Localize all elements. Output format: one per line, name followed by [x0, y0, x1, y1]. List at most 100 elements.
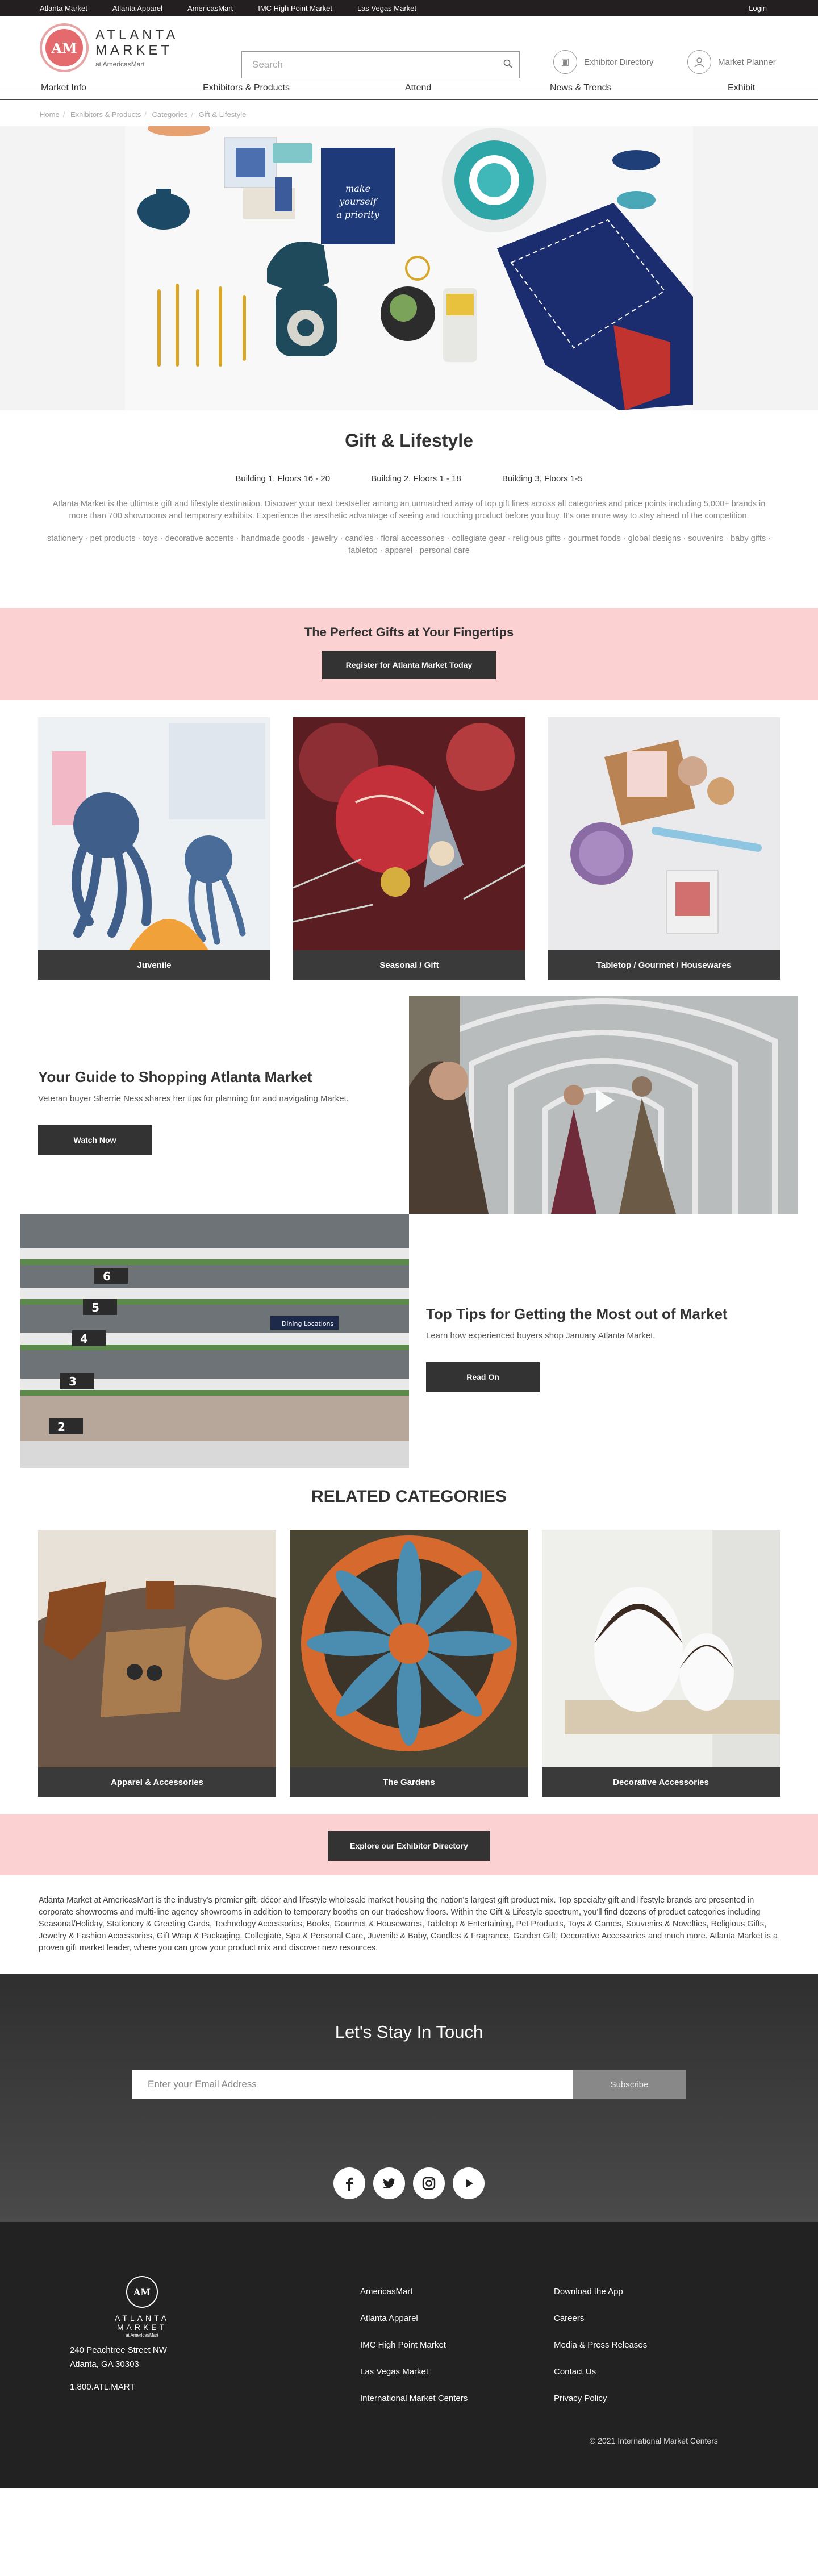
topbar-link-atlanta-apparel[interactable]: Atlanta Apparel: [112, 4, 162, 13]
building-2: Building 2, Floors 1 - 18: [371, 474, 461, 484]
category-description: Atlanta Market is the ultimate gift and …: [52, 500, 766, 521]
related-card-apparel[interactable]: Apparel & Accessories: [38, 1530, 276, 1797]
search-input[interactable]: [242, 52, 496, 78]
subscribe-button[interactable]: Subscribe: [573, 2070, 686, 2099]
category-card-seasonal[interactable]: Seasonal / Gift: [293, 717, 525, 980]
topbar-link-imc-high-point[interactable]: IMC High Point Market: [258, 4, 332, 13]
footer-address-line-2: Atlanta, GA 30303: [70, 2359, 139, 2369]
instagram-icon[interactable]: [413, 2167, 445, 2199]
svg-text:a priority: a priority: [336, 209, 379, 220]
nav-news-trends[interactable]: News & Trends: [550, 83, 611, 93]
guide-video[interactable]: [409, 996, 798, 1214]
decorative-label: Decorative Accessories: [542, 1767, 780, 1797]
breadcrumb-current: Gift & Lifestyle: [198, 110, 247, 119]
newsletter-email-input[interactable]: [132, 2070, 573, 2099]
footer-copyright: © 2021 International Market Centers: [590, 2436, 718, 2445]
youtube-icon[interactable]: [453, 2167, 485, 2199]
tips-text: Learn how experienced buyers shop Januar…: [426, 1331, 656, 1341]
svg-text:yourself: yourself: [339, 196, 378, 207]
juvenile-label: Juvenile: [38, 950, 270, 980]
seasonal-label: Seasonal / Gift: [293, 950, 525, 980]
hero-image: make yourself a priority: [0, 126, 818, 410]
breadcrumb-home[interactable]: Home: [40, 110, 60, 119]
building-3: Building 3, Floors 1-5: [502, 474, 583, 484]
level-sign-4: 4: [80, 1332, 88, 1346]
apparel-label: Apparel & Accessories: [38, 1767, 276, 1797]
footer-logo[interactable]: AM ATLANTA MARKET at AmericasMart: [97, 2276, 187, 2338]
topbar-link-atlanta-market[interactable]: Atlanta Market: [40, 4, 87, 13]
footer-links-markets: AmericasMart Atlanta Apparel IMC High Po…: [360, 2287, 468, 2420]
market-planner-link[interactable]: Market Planner: [687, 50, 776, 74]
tabletop-label: Tabletop / Gourmet / Housewares: [548, 950, 780, 980]
search-box: [241, 51, 520, 78]
related-card-decorative[interactable]: Decorative Accessories: [542, 1530, 780, 1797]
explore-directory-button[interactable]: Explore our Exhibitor Directory: [328, 1831, 490, 1861]
topbar-link-las-vegas[interactable]: Las Vegas Market: [357, 4, 416, 13]
footer-link-privacy[interactable]: Privacy Policy: [554, 2394, 647, 2420]
nav-attend[interactable]: Attend: [405, 83, 431, 93]
guide-title: Your Guide to Shopping Atlanta Market: [38, 1068, 312, 1085]
tips-image: 6 5 4 3 2 Dining Locations: [20, 1214, 409, 1468]
breadcrumb-categories[interactable]: Categories: [152, 110, 187, 119]
footer-link-media[interactable]: Media & Press Releases: [554, 2340, 647, 2367]
breadcrumb: Home / Exhibitors & Products / Categories /…: [40, 110, 247, 119]
apparel-image: [38, 1530, 276, 1767]
nav-exhibit[interactable]: Exhibit: [728, 83, 755, 93]
tips-feature: Top Tips for Getting the Most out of Mar…: [426, 1305, 778, 1392]
about-text: Atlanta Market at AmericasMart is the in…: [39, 1896, 778, 1953]
search-icon[interactable]: [496, 59, 519, 71]
login-link[interactable]: Login: [749, 4, 767, 13]
page-title: Gift & Lifestyle: [345, 430, 473, 451]
nav-market-info[interactable]: Market Info: [41, 83, 86, 93]
promo-title: The Perfect Gifts at Your Fingertips: [304, 625, 514, 639]
related-card-gardens[interactable]: The Gardens: [290, 1530, 528, 1797]
footer-link-imc-high-point[interactable]: IMC High Point Market: [360, 2340, 468, 2367]
footer-link-careers[interactable]: Careers: [554, 2313, 647, 2340]
footer-link-contact[interactable]: Contact Us: [554, 2367, 647, 2394]
juvenile-image: [38, 717, 270, 950]
footer-links-info: Download the App Careers Media & Press R…: [554, 2287, 647, 2420]
gift-flatlay-illustration: make yourself a priority: [137, 126, 693, 410]
facebook-icon[interactable]: [333, 2167, 365, 2199]
footer-link-las-vegas[interactable]: Las Vegas Market: [360, 2367, 468, 2394]
building-1: Building 1, Floors 16 - 20: [235, 474, 331, 484]
site-logo[interactable]: AM ATLANTA MARKET at AmericasMart: [40, 23, 178, 72]
gardens-image: [290, 1530, 528, 1767]
read-on-button[interactable]: Read On: [426, 1362, 540, 1392]
category-card-juvenile[interactable]: Juvenile: [38, 717, 270, 980]
footer-link-imc[interactable]: International Market Centers: [360, 2394, 468, 2420]
category-tags: stationery · pet products · toys · decor…: [47, 534, 771, 555]
directory-promo-band: Explore our Exhibitor Directory: [0, 1814, 818, 1875]
breadcrumb-exhibitors[interactable]: Exhibitors & Products: [70, 110, 141, 119]
top-utility-bar: Atlanta Market Atlanta Apparel AmericasM…: [0, 0, 818, 16]
category-card-tabletop[interactable]: Tabletop / Gourmet / Housewares: [548, 717, 780, 980]
logo-subtitle: at AmericasMart: [95, 60, 145, 68]
footer-link-americasmart[interactable]: AmericasMart: [360, 2287, 468, 2313]
footer-link-app[interactable]: Download the App: [554, 2287, 647, 2313]
footer-address: 240 Peachtree Street NW Atlanta, GA 3030…: [70, 2343, 167, 2371]
footer-address-line-1: 240 Peachtree Street NW: [70, 2345, 167, 2355]
logo-badge: AM: [40, 23, 89, 72]
svg-text:make: make: [345, 183, 370, 194]
directory-book-icon: ▣: [553, 50, 577, 74]
register-button[interactable]: Register for Atlanta Market Today: [322, 651, 496, 679]
decorative-image: [542, 1530, 780, 1767]
watch-now-button[interactable]: Watch Now: [38, 1125, 152, 1155]
register-promo-band: The Perfect Gifts at Your Fingertips Reg…: [0, 608, 818, 700]
building-list: Building 1, Floors 16 - 20 Building 2, F…: [0, 474, 818, 484]
nav-exhibitors-products[interactable]: Exhibitors & Products: [203, 83, 290, 93]
footer-logo-subtitle: at AmericasMart: [126, 2333, 158, 2338]
level-sign-2: 2: [57, 1420, 65, 1434]
footer-link-atlanta-apparel[interactable]: Atlanta Apparel: [360, 2313, 468, 2340]
site-footer: AM ATLANTA MARKET at AmericasMart 240 Pe…: [0, 2222, 818, 2488]
twitter-icon[interactable]: [373, 2167, 405, 2199]
topbar-link-americasmart[interactable]: AmericasMart: [187, 4, 233, 13]
footer-logo-title: ATLANTA MARKET: [115, 2313, 169, 2332]
logo-title: ATLANTA MARKET: [95, 27, 178, 58]
tips-title: Top Tips for Getting the Most out of Mar…: [426, 1305, 728, 1322]
level-sign-3: 3: [69, 1375, 77, 1388]
related-categories-title: RELATED CATEGORIES: [311, 1487, 507, 1506]
exhibitor-directory-link[interactable]: ▣ Exhibitor Directory: [553, 50, 654, 74]
level-sign-5: 5: [91, 1301, 99, 1314]
footer-phone[interactable]: 1.800.ATL.MART: [70, 2382, 135, 2392]
